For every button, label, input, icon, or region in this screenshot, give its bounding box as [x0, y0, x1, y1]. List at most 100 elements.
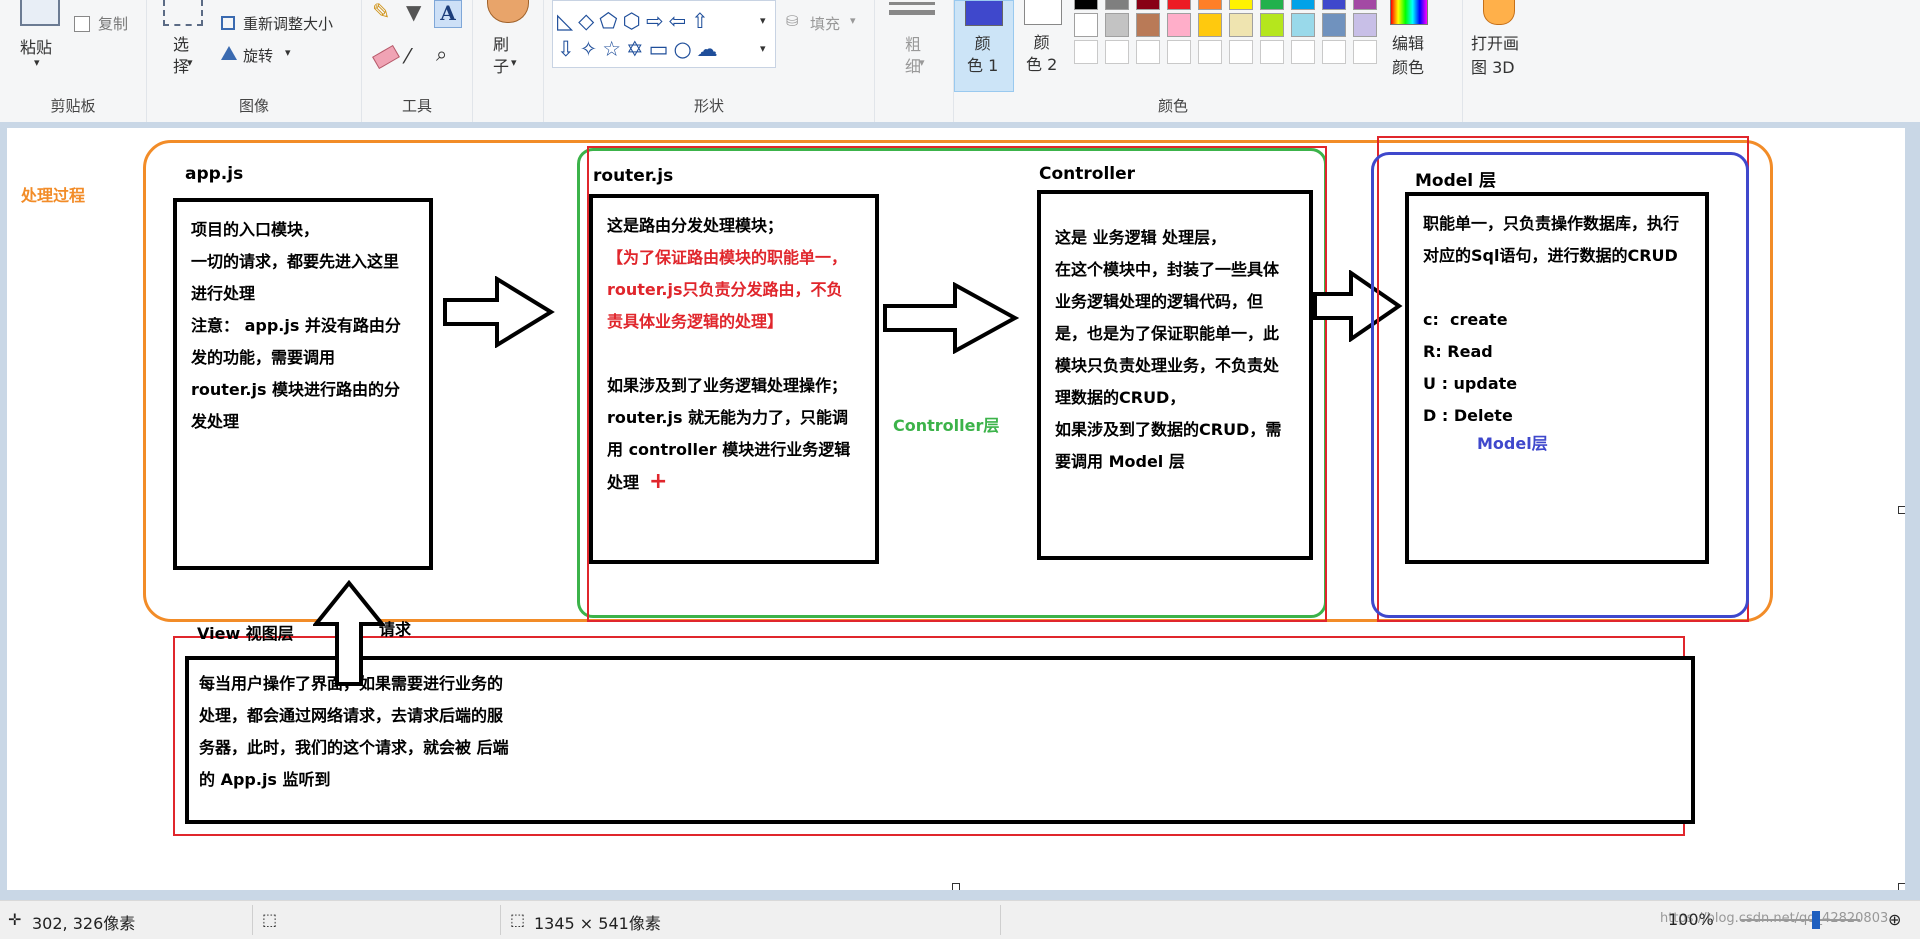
- selection-size-icon: ⬚: [262, 910, 278, 929]
- palette-swatch[interactable]: [1322, 0, 1346, 10]
- router-text: 这是路由分发处理模块； 【为了保证路由模块的职能单一， router.js只负责分…: [593, 198, 875, 511]
- model-title: Model 层: [1415, 171, 1497, 191]
- rotate-button[interactable]: 旋转: [243, 45, 273, 66]
- resize-handle-bottom[interactable]: [952, 883, 960, 890]
- arrow-view-to-app: [313, 580, 385, 686]
- brushes-group: 刷 子 ▾: [473, 0, 544, 122]
- palette-swatch[interactable]: [1136, 0, 1160, 10]
- fill-button[interactable]: 填充: [810, 13, 840, 34]
- resize-handle-right[interactable]: [1898, 506, 1905, 514]
- app-title: app.js: [185, 164, 244, 184]
- clipboard-group: 粘贴 ▾ 复制 剪贴板: [0, 0, 147, 122]
- request-label: 请求: [379, 620, 412, 639]
- paste-icon[interactable]: [20, 0, 60, 26]
- controller-text: 这是 业务逻辑 处理层， 在这个模块中，封装了一些具体 业务逻辑处理的逻辑代码，…: [1055, 228, 1282, 471]
- palette-empty-swatch[interactable]: [1198, 40, 1222, 64]
- paste-button[interactable]: 粘贴: [20, 34, 52, 58]
- brush-icon[interactable]: [487, 0, 529, 23]
- palette-empty-swatch[interactable]: [1167, 40, 1191, 64]
- ribbon: 粘贴 ▾ 复制 剪贴板 选 择 ▾ 重新调整大小 旋转 ▾ 图像 ✎ ▼ A ⁄…: [0, 0, 1920, 123]
- select-dropdown-icon[interactable]: ▾: [187, 56, 193, 69]
- paint3d-icon[interactable]: [1483, 0, 1515, 25]
- palette-empty-swatch[interactable]: [1136, 40, 1160, 64]
- palette-swatch[interactable]: [1229, 13, 1253, 37]
- palette-swatch[interactable]: [1229, 0, 1253, 10]
- router-box: 这是路由分发处理模块； 【为了保证路由模块的职能单一， router.js只负责分…: [589, 194, 879, 564]
- controller-layer-label: Controller层: [893, 416, 1000, 435]
- palette-swatch[interactable]: [1353, 13, 1377, 37]
- palette-swatch[interactable]: [1074, 13, 1098, 37]
- zoom-slider[interactable]: [1740, 919, 1860, 921]
- palette-empty-swatch[interactable]: [1229, 40, 1253, 64]
- palette-swatch[interactable]: [1198, 0, 1222, 10]
- router-text-red: 【为了保证路由模块的职能单一， router.js只负责分发路由，不负 责具体业…: [607, 248, 848, 331]
- palette-swatch[interactable]: [1167, 13, 1191, 37]
- status-bar: ✛ 302, 326像素 ⬚ ⬚ 1345 × 541像素 100% https…: [0, 900, 1920, 939]
- palette-swatch[interactable]: [1105, 0, 1129, 10]
- shape-row-3[interactable]: ⇩✧☆✡▭○☁: [557, 37, 723, 61]
- drawing-canvas[interactable]: 处理过程 app.js 项目的入口模块， 一切的请求，都要先进入这里 进行处理 …: [7, 128, 1905, 890]
- line-size-icon[interactable]: [889, 0, 935, 20]
- fill-dropdown-icon[interactable]: ▾: [850, 14, 856, 27]
- status-separator: [500, 905, 501, 935]
- model-box: 职能单一，只负责操作数据库，执行 对应的Sql语句，进行数据的CRUD c: c…: [1405, 192, 1709, 564]
- status-separator: [1000, 905, 1001, 935]
- router-blank: [607, 338, 861, 370]
- view-title: View 视图层: [197, 624, 294, 643]
- palette-swatch[interactable]: [1074, 0, 1098, 10]
- palette-empty-swatch[interactable]: [1260, 40, 1284, 64]
- edit-colors-button[interactable]: 编辑 颜色: [1392, 32, 1424, 80]
- zoom-in-icon[interactable]: ⊕: [1888, 910, 1901, 929]
- color2-button[interactable]: 颜 色 2: [1014, 0, 1072, 90]
- color2-swatch: [1024, 0, 1062, 25]
- image-size: 1345 × 541像素: [534, 914, 661, 933]
- resize-button[interactable]: 重新调整大小: [243, 13, 333, 34]
- palette-empty-swatch[interactable]: [1322, 40, 1346, 64]
- copy-button[interactable]: 复制: [98, 13, 128, 34]
- palette-swatch[interactable]: [1105, 13, 1129, 37]
- color-picker-icon[interactable]: ⁄: [406, 44, 409, 68]
- fill-icon[interactable]: ⛁: [786, 12, 799, 30]
- eraser-icon[interactable]: [372, 44, 400, 70]
- size-dropdown-icon[interactable]: ▾: [919, 56, 925, 69]
- clipboard-group-label: 剪贴板: [50, 97, 96, 115]
- rotate-dropdown-icon[interactable]: ▾: [285, 46, 291, 59]
- resize-icon[interactable]: [221, 16, 235, 30]
- brushes-dropdown-icon[interactable]: ▾: [511, 56, 517, 69]
- palette-swatch[interactable]: [1198, 13, 1222, 37]
- palette-swatch[interactable]: [1136, 13, 1160, 37]
- resize-handle-corner[interactable]: [1898, 883, 1905, 890]
- paint3d-button[interactable]: 打开画 图 3D: [1471, 32, 1519, 80]
- tools-group: ✎ ▼ A ⁄ ⌕ 工具: [362, 0, 473, 122]
- palette-swatch[interactable]: [1260, 13, 1284, 37]
- palette-swatch[interactable]: [1322, 13, 1346, 37]
- paste-dropdown-icon[interactable]: ▾: [34, 56, 40, 69]
- magnifier-icon[interactable]: ⌕: [436, 42, 447, 66]
- color1-button[interactable]: 颜 色 1: [954, 0, 1014, 92]
- palette-empty-swatch[interactable]: [1105, 40, 1129, 64]
- palette-swatch[interactable]: [1167, 0, 1191, 10]
- shapes-more-icon[interactable]: ▾: [760, 42, 766, 55]
- fill-bucket-icon[interactable]: ▼: [406, 0, 421, 24]
- edit-colors-icon[interactable]: [1390, 0, 1428, 25]
- palette-empty-swatch[interactable]: [1074, 40, 1098, 64]
- palette-swatch[interactable]: [1353, 0, 1377, 10]
- shapes-gallery[interactable]: ◺◇⬠⬡⇨⇦⇧ ⇩✧☆✡▭○☁: [552, 0, 776, 68]
- zoom-slider-thumb[interactable]: [1812, 911, 1820, 929]
- palette-swatch[interactable]: [1291, 0, 1315, 10]
- controller-box: 这是 业务逻辑 处理层， 在这个模块中，封装了一些具体 业务逻辑处理的逻辑代码，…: [1037, 190, 1313, 560]
- text-tool-icon[interactable]: A: [434, 0, 462, 28]
- color1-label: 颜 色 1: [967, 34, 999, 75]
- palette-swatch[interactable]: [1291, 13, 1315, 37]
- brushes-button[interactable]: 刷 子: [493, 34, 509, 78]
- rotate-icon[interactable]: [221, 46, 237, 60]
- select-icon[interactable]: [163, 0, 203, 26]
- pencil-icon[interactable]: ✎: [372, 0, 390, 25]
- palette-empty-swatch[interactable]: [1353, 40, 1377, 64]
- colors-group-label: 颜色: [1157, 97, 1188, 115]
- palette-empty-swatch[interactable]: [1291, 40, 1315, 64]
- palette-swatch[interactable]: [1260, 0, 1284, 10]
- shape-row-2[interactable]: ◺◇⬠⬡⇨⇦⇧: [557, 9, 714, 33]
- copy-icon[interactable]: [74, 16, 90, 32]
- shapes-scroll-icon[interactable]: ▾: [760, 14, 766, 27]
